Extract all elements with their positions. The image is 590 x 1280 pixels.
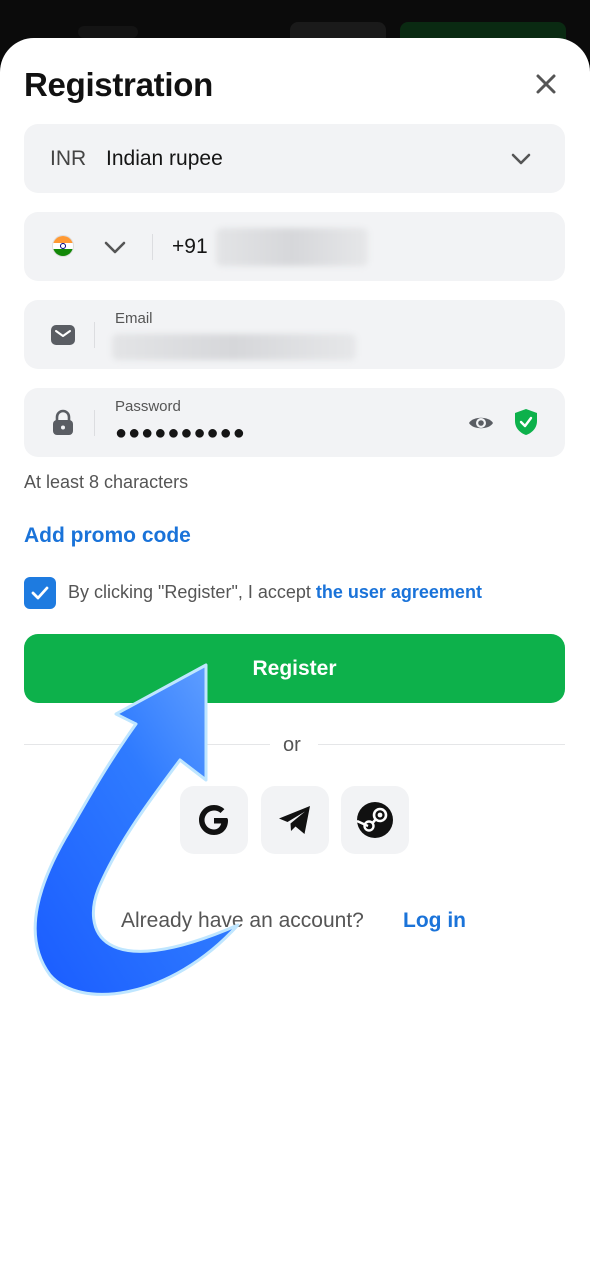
already-have-account-text: Already have an account? bbox=[121, 909, 364, 932]
currency-name: Indian rupee bbox=[106, 147, 223, 170]
registration-sheet: Registration INR Indian rupee +91 Email bbox=[0, 38, 590, 1280]
agreement-prefix: By clicking "Register", I accept bbox=[68, 582, 316, 602]
divider-or: or bbox=[283, 734, 301, 756]
add-promo-code-link[interactable]: Add promo code bbox=[24, 524, 191, 548]
login-link[interactable]: Log in bbox=[403, 909, 466, 933]
agreement-checkbox[interactable] bbox=[24, 577, 56, 609]
chevron-down-icon bbox=[511, 153, 531, 165]
agreement-text: By clicking "Register", I accept the use… bbox=[68, 582, 482, 603]
telegram-login-button[interactable] bbox=[261, 786, 329, 854]
password-hint: At least 8 characters bbox=[24, 472, 189, 492]
steam-icon bbox=[356, 802, 393, 838]
password-field[interactable]: Password ●●●●●●●●●● bbox=[24, 388, 565, 457]
country-chevron-down-icon[interactable] bbox=[102, 234, 128, 260]
divider bbox=[94, 410, 95, 436]
telegram-icon bbox=[279, 806, 310, 834]
background-header-element bbox=[78, 26, 138, 38]
phone-country-code: +91 bbox=[172, 235, 208, 258]
email-label: Email bbox=[115, 310, 153, 327]
lock-icon bbox=[53, 409, 73, 435]
india-flag-icon bbox=[52, 235, 74, 257]
password-value: ●●●●●●●●●● bbox=[115, 422, 246, 444]
phone-number-redacted[interactable] bbox=[216, 228, 368, 266]
google-icon bbox=[199, 805, 228, 835]
shield-check-icon bbox=[515, 409, 537, 435]
divider bbox=[94, 322, 95, 348]
mail-icon bbox=[51, 325, 75, 345]
email-value-redacted[interactable] bbox=[112, 334, 356, 360]
phone-field[interactable]: +91 bbox=[24, 212, 565, 281]
currency-code: INR bbox=[50, 147, 87, 170]
user-agreement-link[interactable]: the user agreement bbox=[316, 582, 482, 602]
divider-line bbox=[318, 744, 565, 745]
divider bbox=[152, 234, 153, 260]
steam-login-button[interactable] bbox=[341, 786, 409, 854]
close-button[interactable] bbox=[530, 68, 562, 100]
dialog-title: Registration bbox=[24, 66, 213, 103]
google-login-button[interactable] bbox=[180, 786, 248, 854]
check-icon bbox=[31, 586, 49, 600]
close-icon bbox=[536, 74, 556, 94]
currency-select[interactable]: INR Indian rupee bbox=[24, 124, 565, 193]
register-button[interactable]: Register bbox=[24, 634, 565, 703]
email-field[interactable]: Email bbox=[24, 300, 565, 369]
divider-line bbox=[24, 744, 270, 745]
eye-icon[interactable] bbox=[467, 410, 495, 436]
password-label: Password bbox=[115, 398, 181, 415]
